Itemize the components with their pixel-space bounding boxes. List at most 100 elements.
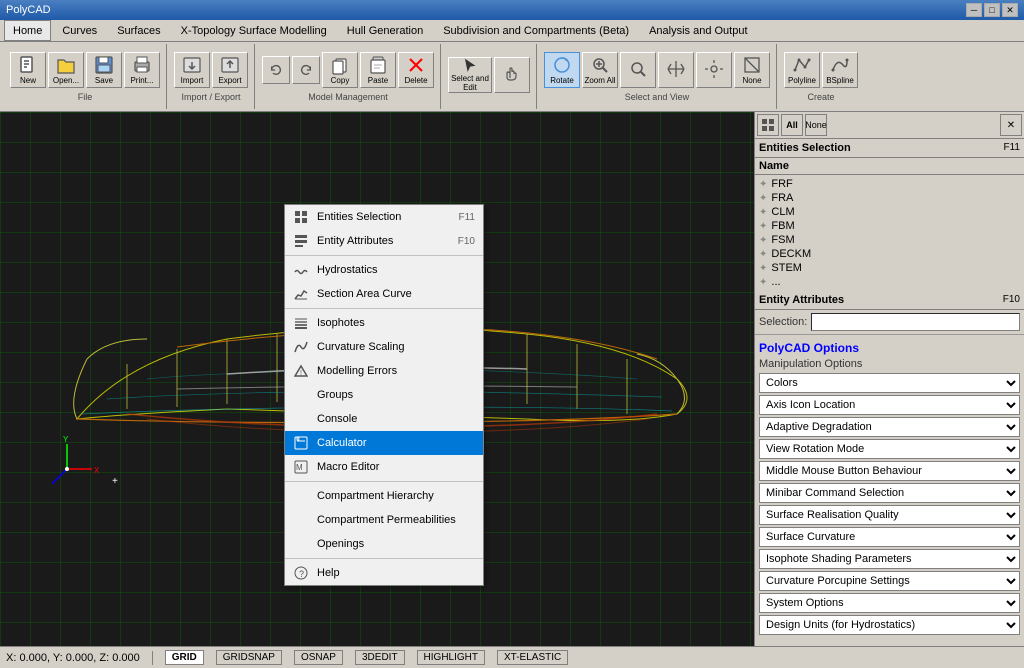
svg-text:?: ? xyxy=(299,569,304,579)
ctx-help[interactable]: ? Help xyxy=(285,561,483,585)
adaptive-row: Adaptive Degradation xyxy=(759,417,1020,437)
save-button[interactable]: Save xyxy=(86,52,122,88)
zoom-button[interactable] xyxy=(620,52,656,88)
copy-button[interactable]: Copy xyxy=(322,52,358,88)
redo-button[interactable] xyxy=(292,56,320,84)
menu-subdivision[interactable]: Subdivision and Compartments (Beta) xyxy=(434,20,638,41)
ctx-curvature-scaling[interactable]: Curvature Scaling xyxy=(285,335,483,359)
toolbar-file-row: New Open... Save xyxy=(10,52,160,88)
osnap-btn[interactable]: OSNAP xyxy=(294,650,343,665)
curvature-porcupine-dropdown[interactable]: Curvature Porcupine Settings xyxy=(759,571,1020,591)
ctx-calculator-label: Calculator xyxy=(317,437,475,449)
view-rotation-dropdown[interactable]: View Rotation Mode xyxy=(759,439,1020,459)
svg-text:M: M xyxy=(296,463,303,472)
isophote-dropdown[interactable]: Isophote Shading Parameters xyxy=(759,549,1020,569)
settings-button[interactable] xyxy=(696,52,732,88)
polyline-button[interactable]: Polyline xyxy=(784,52,820,88)
menu-home[interactable]: Home xyxy=(4,20,51,41)
xtelastic-btn[interactable]: XT-ELASTIC xyxy=(497,650,568,665)
menu-curves[interactable]: Curves xyxy=(53,20,106,41)
ctx-macro-editor[interactable]: M Macro Editor xyxy=(285,455,483,479)
minibar-dropdown[interactable]: Minibar Command Selection xyxy=(759,483,1020,503)
system-options-row: System Options xyxy=(759,593,1020,613)
highlight-btn[interactable]: HIGHLIGHT xyxy=(417,650,485,665)
ctx-isophotes[interactable]: Isophotes xyxy=(285,311,483,335)
close-button[interactable]: ✕ xyxy=(1002,3,1018,17)
menu-xtopology[interactable]: X-Topology Surface Modelling xyxy=(172,20,336,41)
colors-dropdown[interactable]: Colors xyxy=(759,373,1020,393)
open-button[interactable]: Open... xyxy=(48,52,84,88)
menu-surfaces[interactable]: Surfaces xyxy=(108,20,169,41)
grid-icon xyxy=(293,209,309,225)
ctx-groups[interactable]: Groups xyxy=(285,383,483,407)
ctx-section-area[interactable]: Section Area Curve xyxy=(285,282,483,306)
ctx-console[interactable]: Console xyxy=(285,407,483,431)
delete-button[interactable]: Delete xyxy=(398,52,434,88)
ctx-entity-attributes[interactable]: Entity Attributes F10 xyxy=(285,229,483,253)
maximize-button[interactable]: □ xyxy=(984,3,1000,17)
menu-hull[interactable]: Hull Generation xyxy=(338,20,432,41)
pan-button[interactable] xyxy=(658,52,694,88)
list-item[interactable]: ✦ FSM xyxy=(757,233,1022,247)
panel-none-btn[interactable]: None xyxy=(805,114,827,136)
bspline-button[interactable]: BSpline xyxy=(822,52,858,88)
zoom-all-button[interactable]: Zoom All xyxy=(582,52,618,88)
system-options-dropdown[interactable]: System Options xyxy=(759,593,1020,613)
context-menu: Entities Selection F11 Entity Attributes… xyxy=(284,204,484,586)
viewport[interactable]: X Y + Entities Selection F11 xyxy=(0,112,754,646)
toolbar-create-row: Polyline BSpline xyxy=(784,52,858,88)
middle-mouse-dropdown[interactable]: Middle Mouse Button Behaviour xyxy=(759,461,1020,481)
axes: X Y + xyxy=(52,435,118,487)
list-item[interactable]: ✦ STEM xyxy=(757,261,1022,275)
list-item[interactable]: ✦ ... xyxy=(757,275,1022,289)
undo-button[interactable] xyxy=(262,56,290,84)
entity-list: ✦ FRF ✦ FRA ✦ CLM ✦ FBM ✦ FSM ✦ DECKM xyxy=(755,175,1024,291)
selection-input[interactable] xyxy=(811,313,1020,331)
export-button[interactable]: Export xyxy=(212,52,248,88)
surface-curvature-dropdown[interactable]: Surface Curvature xyxy=(759,527,1020,547)
design-units-dropdown[interactable]: Design Units (for Hydrostatics) xyxy=(759,615,1020,635)
import-button[interactable]: Import xyxy=(174,52,210,88)
ctx-compartment-hierarchy[interactable]: Compartment Hierarchy xyxy=(285,484,483,508)
menu-analysis[interactable]: Analysis and Output xyxy=(640,20,756,41)
panel-close-btn[interactable]: ✕ xyxy=(1000,114,1022,136)
rotate-button[interactable]: Rotate xyxy=(544,52,580,88)
list-item[interactable]: ✦ CLM xyxy=(757,205,1022,219)
create-group-label: Create xyxy=(807,92,834,102)
axis-icon-dropdown[interactable]: Axis Icon Location xyxy=(759,395,1020,415)
adaptive-dropdown[interactable]: Adaptive Degradation xyxy=(759,417,1020,437)
ctx-modelling-errors[interactable]: ! Modelling Errors xyxy=(285,359,483,383)
window-controls[interactable]: ─ □ ✕ xyxy=(966,3,1018,17)
none-button[interactable]: None xyxy=(734,52,770,88)
panel-all-btn[interactable]: All xyxy=(781,114,803,136)
lines-icon xyxy=(293,315,309,331)
ctx-sep-1 xyxy=(285,255,483,256)
ctx-compartment-permeabilities[interactable]: Compartment Permeabilities xyxy=(285,508,483,532)
colors-dropdown-row: Colors xyxy=(759,373,1020,393)
gridsnap-btn[interactable]: GRIDSNAP xyxy=(216,650,282,665)
select-edit-button[interactable]: Select and Edit xyxy=(448,57,492,93)
ctx-openings[interactable]: Openings xyxy=(285,532,483,556)
panel-grid-btn[interactable] xyxy=(757,114,779,136)
list-item[interactable]: ✦ FBM xyxy=(757,219,1022,233)
svg-text:!: ! xyxy=(300,370,302,377)
list-item[interactable]: ✦ FRF xyxy=(757,177,1022,191)
hierarchy-icon xyxy=(293,488,309,504)
minibar-row: Minibar Command Selection xyxy=(759,483,1020,503)
paste-button[interactable]: Paste xyxy=(360,52,396,88)
print-button[interactable]: Print... xyxy=(124,52,160,88)
list-item[interactable]: ✦ FRA xyxy=(757,191,1022,205)
list-item[interactable]: ✦ DECKM xyxy=(757,247,1022,261)
ctx-entities-selection[interactable]: Entities Selection F11 xyxy=(285,205,483,229)
grid-btn[interactable]: GRID xyxy=(165,650,204,665)
minimize-button[interactable]: ─ xyxy=(966,3,982,17)
new-button[interactable]: New xyxy=(10,52,46,88)
toolbar-select-row: Select and Edit xyxy=(448,57,530,93)
ctx-entities-shortcut: F11 xyxy=(459,212,476,223)
hand-button[interactable] xyxy=(494,57,530,93)
save-label: Save xyxy=(95,76,113,85)
ctx-calculator[interactable]: ▦ Calculator xyxy=(285,431,483,455)
surface-quality-dropdown[interactable]: Surface Realisation Quality xyxy=(759,505,1020,525)
3dedit-btn[interactable]: 3DEDIT xyxy=(355,650,405,665)
ctx-hydrostatics[interactable]: Hydrostatics xyxy=(285,258,483,282)
